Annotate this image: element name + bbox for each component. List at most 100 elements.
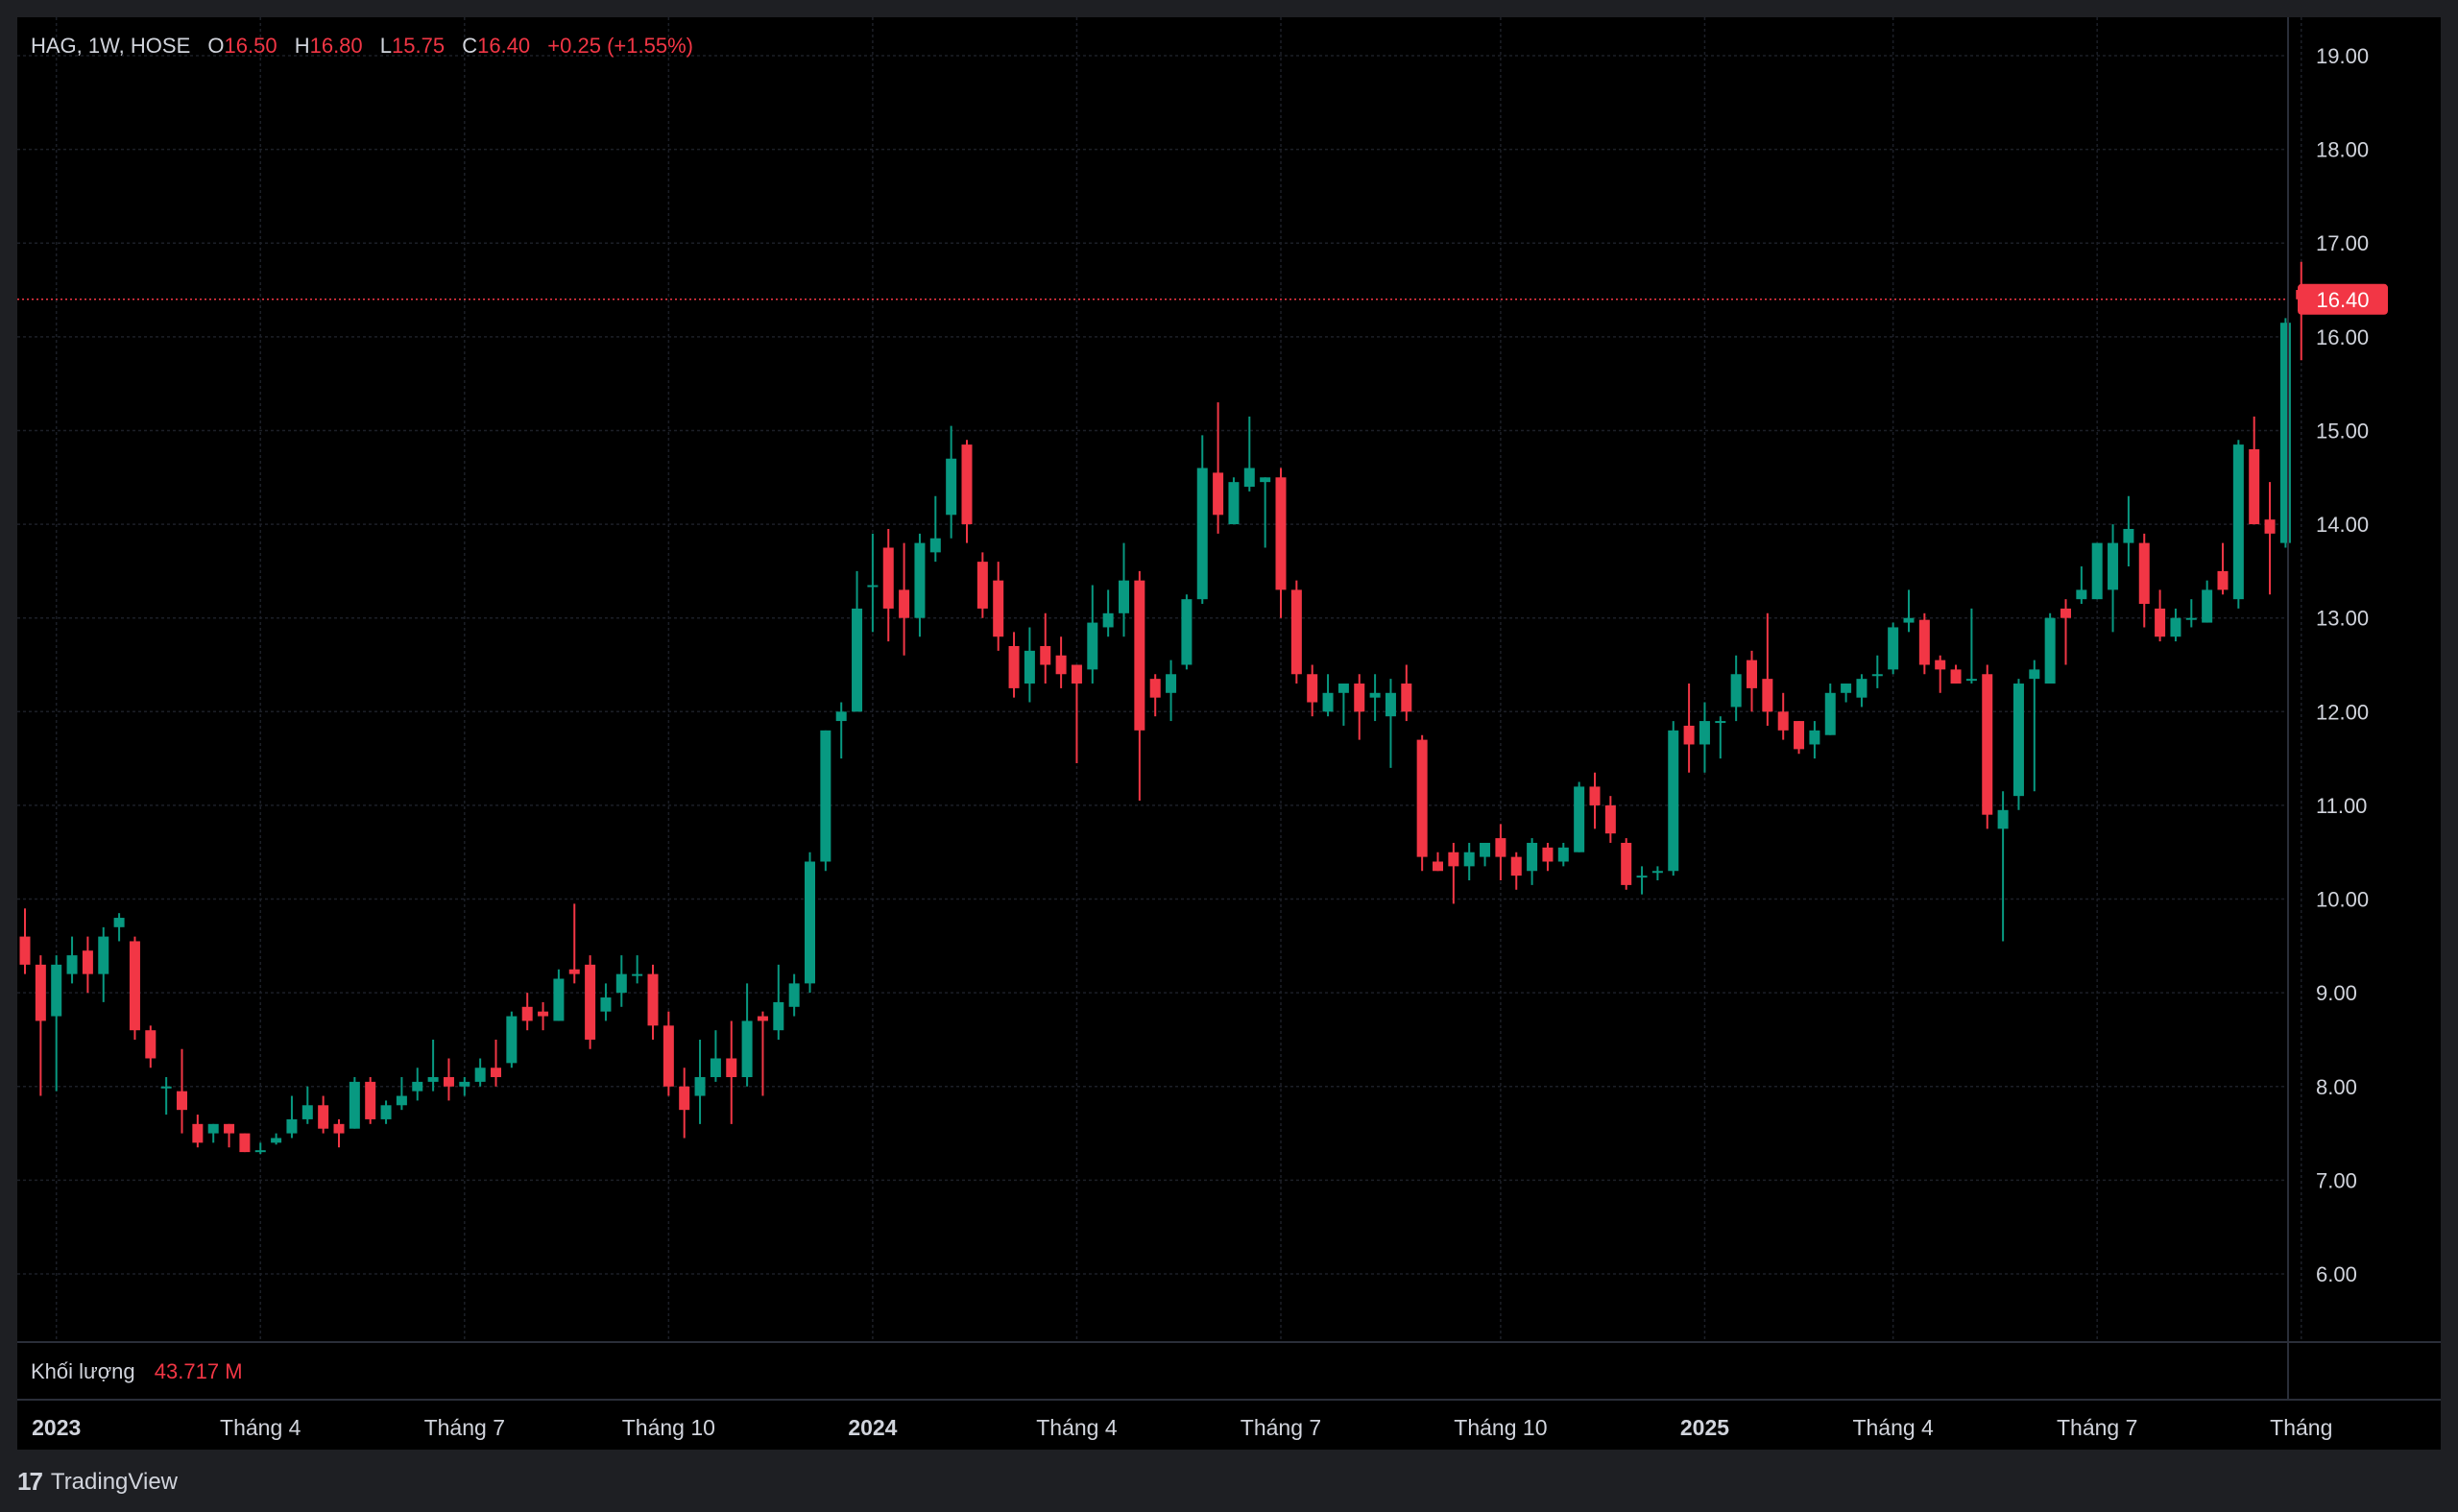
candle[interactable]	[1290, 580, 1302, 684]
candle-body	[1621, 842, 1632, 885]
candle-body	[2138, 542, 2150, 605]
candle-body	[2202, 589, 2213, 623]
candle[interactable]	[585, 955, 596, 1049]
candle-body	[1337, 684, 1349, 693]
candle-body	[600, 997, 612, 1012]
candle[interactable]	[349, 1077, 360, 1129]
candle[interactable]	[805, 852, 815, 994]
candle[interactable]	[1982, 664, 1993, 829]
candle-body	[805, 861, 815, 984]
candle-body	[1604, 804, 1616, 834]
candle-body	[1856, 679, 1868, 698]
candle-body	[585, 964, 596, 1040]
candle-body	[1071, 664, 1082, 684]
price-tick-label: 15.00	[2316, 419, 2369, 443]
candle-body	[1527, 842, 1538, 872]
candle-body	[160, 1086, 172, 1089]
candle[interactable]	[2044, 612, 2056, 684]
tradingview-brand[interactable]: 17 TradingView	[17, 1467, 178, 1497]
candle-body	[2232, 444, 2244, 600]
chart-canvas[interactable]: 19.00 18.00 17.00 16.00 15.00 14.00 13.00 12.00…	[0, 0, 2458, 1512]
candle-body	[2264, 519, 2276, 534]
candle-body	[694, 1077, 706, 1096]
price-tick-label: 8.00	[2316, 1075, 2357, 1099]
candle-body	[553, 978, 565, 1021]
candle[interactable]	[2012, 679, 2024, 810]
price-tick-label: 19.00	[2316, 44, 2369, 68]
candle-body	[1480, 842, 1491, 857]
candle[interactable]	[1181, 594, 1193, 670]
candle-body	[271, 1138, 282, 1143]
candle-body	[1668, 730, 1679, 872]
candle-body	[1024, 650, 1035, 684]
price-tick-label: 13.00	[2316, 607, 2369, 631]
candle-body	[1243, 468, 1255, 488]
candle[interactable]	[976, 552, 988, 618]
candle[interactable]	[506, 1011, 518, 1068]
time-tick-label: Tháng 10	[622, 1415, 715, 1440]
high-label: H	[295, 34, 310, 58]
candle-body	[914, 542, 926, 618]
candle[interactable]	[1794, 721, 1805, 755]
candle[interactable]	[1888, 622, 1899, 675]
candle-body	[1965, 679, 1977, 682]
time-tick-label: 2025	[1680, 1415, 1729, 1440]
candle-body	[333, 1123, 345, 1134]
last-price-value: 16.40	[2316, 288, 2369, 312]
candle[interactable]	[2091, 542, 2103, 600]
candle[interactable]	[1574, 781, 1585, 852]
time-tick-label: Tháng 7	[424, 1415, 505, 1440]
candle-body	[349, 1081, 360, 1129]
volume-value: 43.717 M	[155, 1359, 243, 1383]
candle-body	[946, 458, 957, 516]
candle-body	[867, 585, 879, 588]
candle-body	[1715, 721, 1726, 724]
candle-body	[1433, 861, 1443, 872]
candle-body	[1636, 876, 1648, 878]
candle[interactable]	[365, 1077, 376, 1124]
candle[interactable]	[1416, 734, 1428, 872]
candle-body	[2155, 608, 2166, 637]
tradingview-logo-icon: 17	[17, 1467, 43, 1496]
candle-body	[177, 1091, 187, 1111]
time-tick-label: Tháng 4	[1852, 1415, 1934, 1440]
candle-body	[2044, 617, 2056, 684]
candle-body	[1950, 669, 1962, 684]
candle-body	[1903, 617, 1915, 623]
time-tick-label: Tháng 4	[220, 1415, 301, 1440]
candle-body	[632, 973, 643, 976]
candle-body	[1369, 692, 1381, 698]
candle[interactable]	[1228, 477, 1240, 525]
candle-body	[1997, 809, 2009, 829]
candle-body	[2076, 589, 2087, 600]
candle[interactable]	[2232, 440, 2244, 609]
candle[interactable]	[1668, 721, 1679, 876]
candle-body	[207, 1123, 219, 1134]
candle[interactable]	[820, 730, 831, 872]
candle-body	[224, 1123, 235, 1134]
candle[interactable]	[129, 936, 140, 1040]
candle-body	[239, 1133, 251, 1153]
candle-body	[113, 918, 125, 927]
candle[interactable]	[2279, 318, 2291, 548]
candle-body	[568, 969, 580, 974]
symbol-legend: HAG, 1W, HOSE O16.50 H16.80 L15.75 C16.4…	[31, 34, 693, 58]
candle[interactable]	[239, 1133, 251, 1153]
candle-body	[1683, 725, 1695, 745]
high-value: 16.80	[310, 34, 363, 58]
candle-body	[2060, 608, 2071, 618]
low-value: 15.75	[392, 34, 445, 58]
candle[interactable]	[1621, 838, 1632, 890]
candle-body	[145, 1030, 157, 1059]
candle-body	[1087, 622, 1098, 670]
candle-body	[1495, 838, 1506, 857]
symbol-label: HAG, 1W, HOSE	[31, 34, 190, 58]
candle-body	[1149, 679, 1161, 698]
candle-body	[647, 973, 659, 1026]
candle-body	[66, 955, 78, 974]
price-tick-label: 17.00	[2316, 231, 2369, 255]
low-label: L	[380, 34, 392, 58]
candle-body	[1354, 684, 1365, 712]
candle-body	[318, 1105, 329, 1129]
candle-body	[788, 983, 800, 1007]
